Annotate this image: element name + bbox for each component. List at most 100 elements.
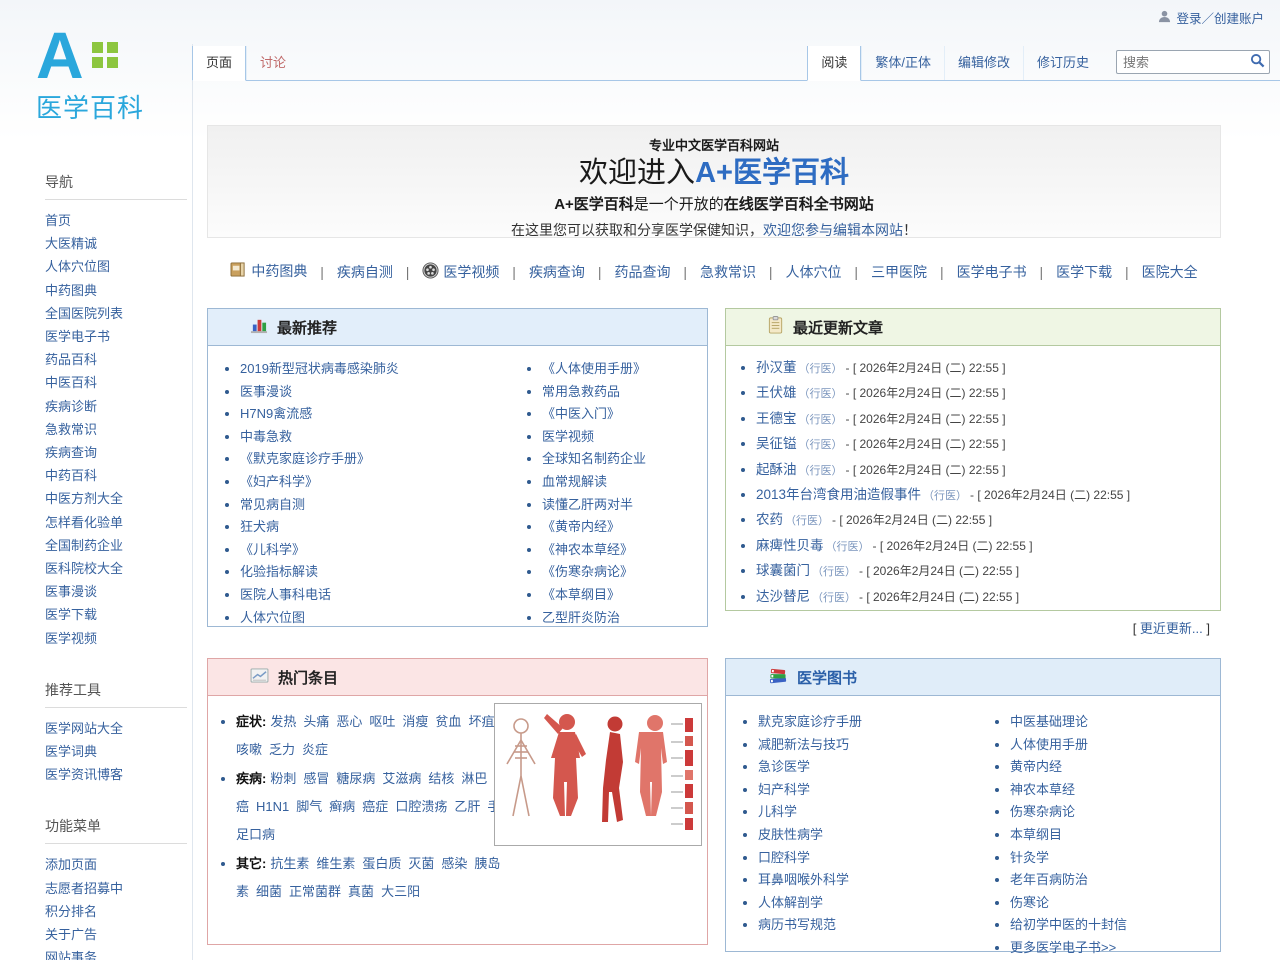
sidebar-link[interactable]: 中医方剂大全: [45, 491, 123, 506]
anatomy-image[interactable]: [494, 703, 702, 846]
recommend-link[interactable]: 《中医入门》: [542, 406, 620, 421]
book-link[interactable]: 病历书写规范: [758, 917, 836, 932]
sidebar-link[interactable]: 网站事务: [45, 950, 97, 960]
sidebar-link[interactable]: 关于广告: [45, 927, 97, 942]
quicklink[interactable]: 人体穴位: [786, 262, 842, 282]
update-category-link[interactable]: （行医）: [826, 541, 870, 553]
tab-variant[interactable]: 繁体/正体: [861, 46, 944, 80]
sidebar-link[interactable]: 中药百科: [45, 468, 97, 483]
sidebar-link[interactable]: 志愿者招募中: [45, 881, 123, 896]
book-link[interactable]: 减肥新法与技巧: [758, 737, 849, 752]
update-category-link[interactable]: （行医）: [812, 566, 856, 578]
recommend-link[interactable]: 《神农本草经》: [542, 542, 633, 557]
hot-link[interactable]: 脚气: [296, 799, 322, 814]
recommend-link[interactable]: 全球知名制药企业: [542, 451, 646, 466]
quicklink[interactable]: 疾病查询: [529, 262, 585, 282]
login-link[interactable]: 登录／创建账户: [1176, 8, 1264, 27]
update-article-link[interactable]: 麻痺性贝毒: [756, 538, 824, 553]
hot-link[interactable]: 头痛: [303, 714, 329, 729]
update-article-link[interactable]: 吴征镒: [756, 436, 797, 451]
hot-link[interactable]: 贫血: [435, 714, 461, 729]
sidebar-link[interactable]: 人体穴位图: [45, 259, 110, 274]
tab-page[interactable]: 页面: [192, 46, 246, 81]
hot-link[interactable]: 癣病: [329, 799, 355, 814]
book-link[interactable]: 老年百病防治: [1010, 872, 1088, 887]
sidebar-link[interactable]: 疾病诊断: [45, 399, 97, 414]
hot-link[interactable]: 恶心: [336, 714, 362, 729]
sidebar-link[interactable]: 医学下载: [45, 607, 97, 622]
recommend-link[interactable]: 《儿科学》: [240, 542, 305, 557]
quicklink[interactable]: 药品查询: [614, 262, 670, 282]
update-article-link[interactable]: 2013年台湾食用油造假事件: [756, 487, 921, 502]
hot-link[interactable]: 呕吐: [369, 714, 395, 729]
hot-link[interactable]: 消瘦: [402, 714, 428, 729]
sidebar-link[interactable]: 大医精诚: [45, 236, 97, 251]
quicklink[interactable]: 疾病自测: [337, 262, 393, 282]
update-article-link[interactable]: 球囊菌门: [756, 563, 810, 578]
hot-link[interactable]: H1N1: [256, 799, 289, 814]
sidebar-link[interactable]: 全国医院列表: [45, 306, 123, 321]
hot-link[interactable]: 发热: [270, 714, 296, 729]
update-article-link[interactable]: 农药: [756, 512, 783, 527]
book-link[interactable]: 急诊医学: [758, 759, 810, 774]
recommend-link[interactable]: 医学视频: [542, 429, 594, 444]
hot-link[interactable]: 细菌: [256, 884, 282, 899]
quicklink[interactable]: 医学视频: [443, 262, 499, 282]
quicklink[interactable]: 中药图典: [251, 261, 307, 281]
book-link[interactable]: 神农本草经: [1010, 782, 1075, 797]
book-link[interactable]: 耳鼻咽喉外科学: [758, 872, 849, 887]
quicklink[interactable]: 医院大全: [1142, 262, 1198, 282]
quicklink[interactable]: 医学电子书: [957, 262, 1027, 282]
book-link[interactable]: 更多医学电子书>>: [1010, 940, 1116, 955]
sidebar-link[interactable]: 首页: [45, 213, 71, 228]
recommend-link[interactable]: 《伤寒杂病论》: [542, 564, 633, 579]
search-icon[interactable]: [1250, 53, 1265, 73]
book-link[interactable]: 皮肤性病学: [758, 827, 823, 842]
sidebar-link[interactable]: 怎样看化验单: [45, 515, 123, 530]
update-category-link[interactable]: （行医）: [799, 439, 843, 451]
hot-link[interactable]: 粉刺: [270, 771, 296, 786]
hot-link[interactable]: 灭菌: [408, 856, 434, 871]
update-category-link[interactable]: （行医）: [799, 465, 843, 477]
recommend-link[interactable]: 人体穴位图: [240, 610, 305, 625]
quicklink[interactable]: 急救常识: [700, 262, 756, 282]
recommend-link[interactable]: H7N9禽流感: [240, 406, 312, 421]
recommend-link[interactable]: 《黄帝内经》: [542, 519, 620, 534]
recommend-link[interactable]: 《妇产科学》: [240, 474, 318, 489]
sidebar-link[interactable]: 中医百科: [45, 375, 97, 390]
hot-link[interactable]: 正常菌群: [289, 884, 341, 899]
recommend-link[interactable]: 常用急救药品: [542, 384, 620, 399]
sidebar-link[interactable]: 医学网站大全: [45, 721, 123, 736]
recommend-link[interactable]: 医院人事科电话: [240, 587, 331, 602]
hot-link[interactable]: 维生素: [316, 856, 355, 871]
more-updates-link[interactable]: 更近更新...: [1140, 621, 1203, 636]
hot-link[interactable]: 口腔溃疡: [395, 799, 447, 814]
hot-link[interactable]: 抗生素: [270, 856, 309, 871]
tab-edit[interactable]: 编辑修改: [944, 46, 1023, 80]
update-article-link[interactable]: 达沙替尼: [756, 589, 810, 604]
recommend-link[interactable]: 乙型肝炎防治: [542, 610, 620, 625]
book-link[interactable]: 伤寒论: [1010, 895, 1049, 910]
recommend-link[interactable]: 血常规解读: [542, 474, 607, 489]
search-input[interactable]: [1116, 50, 1270, 74]
hot-link[interactable]: 真菌: [348, 884, 374, 899]
sidebar-link[interactable]: 急救常识: [45, 422, 97, 437]
book-link[interactable]: 妇产科学: [758, 782, 810, 797]
sidebar-link[interactable]: 药品百科: [45, 352, 97, 367]
recommend-link[interactable]: 2019新型冠状病毒感染肺炎: [240, 361, 399, 376]
quicklink[interactable]: 三甲医院: [871, 262, 927, 282]
book-link[interactable]: 本草纲目: [1010, 827, 1062, 842]
tab-read[interactable]: 阅读: [807, 46, 861, 81]
update-category-link[interactable]: （行医）: [785, 515, 829, 527]
update-category-link[interactable]: （行医）: [799, 363, 843, 375]
tab-history[interactable]: 修订历史: [1023, 46, 1102, 80]
sidebar-link[interactable]: 医事漫谈: [45, 584, 97, 599]
update-category-link[interactable]: （行医）: [812, 592, 856, 604]
recommend-link[interactable]: 《本草纲目》: [542, 587, 620, 602]
hot-link[interactable]: 感染: [441, 856, 467, 871]
sidebar-link[interactable]: 全国制药企业: [45, 538, 123, 553]
recommend-link[interactable]: 化验指标解读: [240, 564, 318, 579]
site-logo[interactable]: A 医学百科: [36, 26, 176, 125]
recommend-link[interactable]: 《默克家庭诊疗手册》: [240, 451, 370, 466]
hot-link[interactable]: 乏力: [269, 742, 295, 757]
